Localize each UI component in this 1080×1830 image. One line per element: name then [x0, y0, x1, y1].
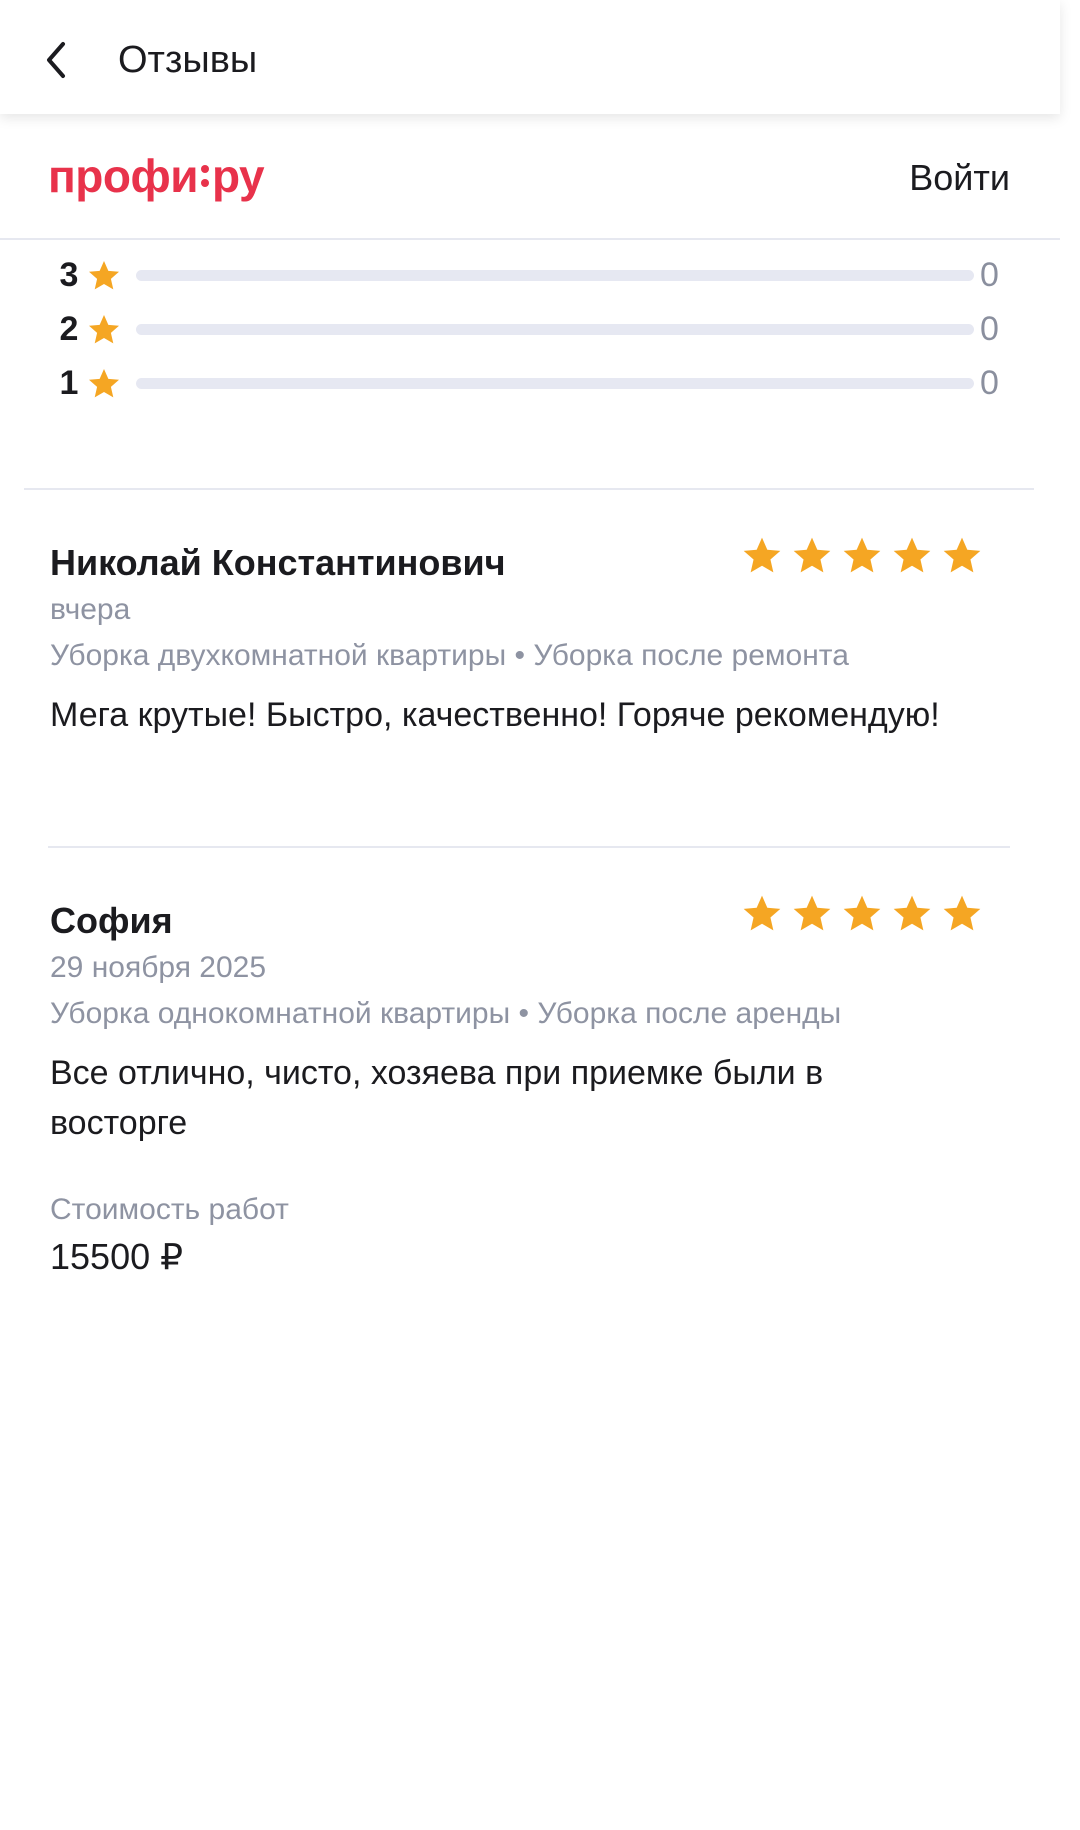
star-icon: [793, 895, 831, 931]
star-icon: [89, 315, 119, 344]
review-services: Уборка двухкомнатной квартиры • Уборка п…: [50, 639, 849, 672]
rating-stars-label: 3: [59, 256, 79, 294]
rating-progress-bar: [136, 270, 974, 281]
star-icon: [89, 369, 119, 398]
profi-logo[interactable]: профи ру: [48, 148, 265, 204]
page-title: Отзывы: [118, 39, 258, 81]
review-rating: [740, 534, 984, 578]
rating-row-1: 1 0: [52, 360, 1012, 406]
review-rating: [740, 892, 984, 936]
rating-row-2: 2 0: [52, 306, 1012, 352]
section-divider: [24, 488, 1034, 490]
star-icon: [943, 895, 981, 931]
review-divider: [48, 846, 1010, 848]
star-icon: [89, 261, 119, 290]
review-date: 29 ноября 2025: [50, 951, 267, 984]
login-button[interactable]: Войти: [909, 156, 1010, 200]
work-cost-value: 15500 ₽: [50, 1236, 184, 1277]
rating-progress-bar: [136, 378, 974, 389]
star-icon: [893, 537, 931, 573]
chevron-left-icon: [47, 42, 65, 78]
logo-dots-icon: [201, 162, 210, 190]
rating-count: 0: [980, 364, 999, 402]
star-icon: [743, 895, 781, 931]
logo-text-left: профи: [48, 150, 199, 202]
star-icon: [893, 895, 931, 931]
work-cost-label: Стоимость работ: [50, 1193, 289, 1226]
review-services: Уборка однокомнатной квартиры • Уборка п…: [50, 997, 842, 1030]
review-date: вчера: [50, 593, 131, 626]
star-icon: [843, 895, 881, 931]
star-icon: [943, 537, 981, 573]
rating-row-3: 3 0: [52, 252, 1012, 298]
rating-stars-label: 2: [59, 310, 79, 348]
star-icon: [793, 537, 831, 573]
star-icon: [743, 537, 781, 573]
star-icon: [843, 537, 881, 573]
logo-text-right: ру: [212, 150, 265, 202]
review-text: Все отлично, чисто, хозяева при приемке …: [50, 1054, 824, 1142]
reviewer-name: София: [50, 900, 173, 941]
review-text: Мега крутые! Быстро, качественно! Горяче…: [50, 696, 940, 734]
rating-stars-label: 1: [59, 364, 79, 402]
reviewer-name: Николай Константинович: [50, 542, 506, 583]
rating-progress-bar: [136, 324, 974, 335]
app-bar: Отзывы: [0, 0, 1060, 114]
rating-count: 0: [980, 256, 999, 294]
back-button[interactable]: [38, 36, 74, 84]
rating-count: 0: [980, 310, 999, 348]
